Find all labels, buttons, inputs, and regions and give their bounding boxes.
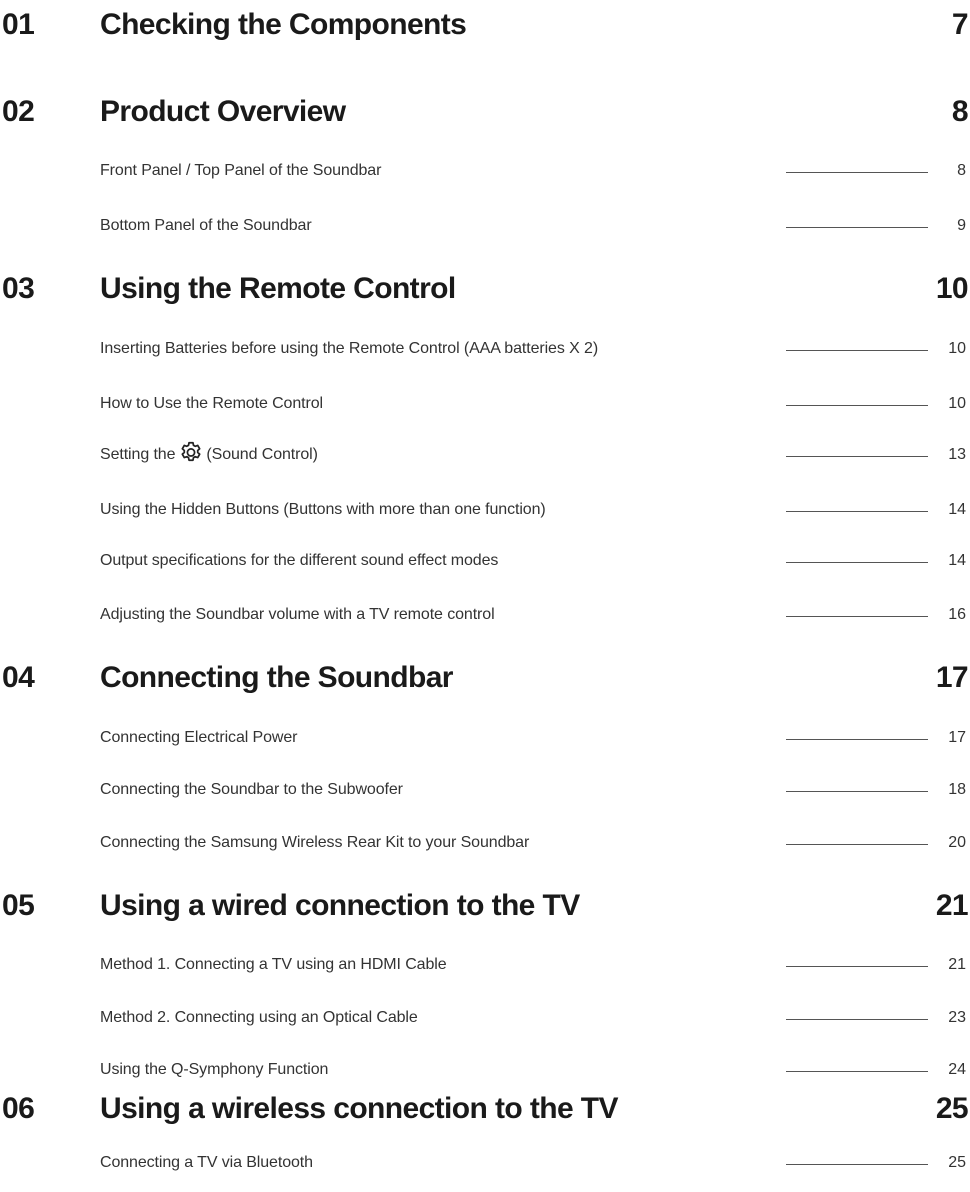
toc-entry[interactable]: Connecting the Soundbar to the Subwoofer… — [0, 775, 970, 805]
chapter-number: 05 — [2, 889, 35, 922]
chapter-title: Using the Remote Control — [100, 272, 456, 305]
chapter-page-number: 25 — [935, 1092, 969, 1125]
chapter-title: Using a wireless connection to the TV — [100, 1092, 619, 1125]
chapter-heading[interactable]: 04 Connecting the Soundbar 17 — [0, 653, 970, 703]
toc-entry-page: 17 — [948, 729, 966, 746]
toc-entry[interactable]: Adjusting the Soundbar volume with a TV … — [0, 600, 970, 630]
toc-entry[interactable]: Using the Q-Symphony Function 24 — [0, 1055, 970, 1085]
leader-line — [786, 844, 928, 845]
leader-line — [786, 791, 928, 792]
chapter-heading[interactable]: 03 Using the Remote Control 10 — [0, 264, 970, 314]
chapter-title: Using a wired connection to the TV — [100, 889, 580, 922]
toc-entry-title: Using the Hidden Buttons (Buttons with m… — [100, 501, 546, 518]
toc-entry-page: 23 — [948, 1009, 966, 1026]
toc-entry[interactable]: Connecting Electrical Power 17 — [0, 723, 970, 753]
toc-entry[interactable]: Method 1. Connecting a TV using an HDMI … — [0, 950, 970, 980]
leader-line — [786, 739, 928, 740]
chapter-number: 04 — [2, 661, 35, 694]
chapter-number: 06 — [2, 1092, 35, 1125]
toc-entry-page: 20 — [948, 834, 966, 851]
leader-line — [786, 966, 928, 967]
toc-entry-page: 10 — [948, 340, 966, 357]
toc-entry[interactable]: Output specifications for the different … — [0, 546, 970, 576]
toc-entry-title-before: Setting the — [100, 446, 176, 463]
toc-entry-page: 16 — [948, 606, 966, 623]
chapter-page-number: 10 — [935, 272, 969, 305]
toc-entry-page: 25 — [948, 1154, 966, 1171]
chapter-page-number: 17 — [935, 661, 969, 694]
toc-entry-page: 14 — [948, 501, 966, 518]
toc-entry[interactable]: Bottom Panel of the Soundbar 9 — [0, 211, 970, 241]
toc-entry-page: 24 — [948, 1061, 966, 1078]
toc-entry[interactable]: Method 2. Connecting using an Optical Ca… — [0, 1003, 970, 1033]
chapter-heading[interactable]: 05 Using a wired connection to the TV 21 — [0, 881, 970, 931]
leader-line — [786, 1164, 928, 1165]
toc-entry[interactable]: Inserting Batteries before using the Rem… — [0, 334, 970, 364]
leader-line — [786, 350, 928, 351]
toc-entry-page: 13 — [948, 446, 966, 463]
toc-entry-title: Connecting a TV via Bluetooth — [100, 1154, 313, 1171]
toc-entry-page: 18 — [948, 781, 966, 798]
toc-entry-title: How to Use the Remote Control — [100, 395, 323, 412]
toc-entry[interactable]: Connecting a TV via Bluetooth 25 — [0, 1148, 970, 1178]
toc-entry-title: Method 2. Connecting using an Optical Ca… — [100, 1009, 418, 1026]
toc-entry-page: 14 — [948, 552, 966, 569]
leader-line — [786, 456, 928, 457]
toc-entry-page: 10 — [948, 395, 966, 412]
toc-entry[interactable]: Using the Hidden Buttons (Buttons with m… — [0, 495, 970, 525]
leader-line — [786, 405, 928, 406]
leader-line — [786, 616, 928, 617]
leader-line — [786, 227, 928, 228]
toc-entry-title: Using the Q-Symphony Function — [100, 1061, 329, 1078]
chapter-title: Product Overview — [100, 95, 346, 128]
toc-entry[interactable]: How to Use the Remote Control 10 — [0, 389, 970, 419]
toc-entry-title: Adjusting the Soundbar volume with a TV … — [100, 606, 495, 623]
chapter-page-number: 8 — [951, 95, 969, 128]
toc-entry-title: Inserting Batteries before using the Rem… — [100, 340, 599, 357]
leader-line — [786, 1071, 928, 1072]
toc-entry-title: Bottom Panel of the Soundbar — [100, 217, 312, 234]
toc-entry-title: Connecting the Samsung Wireless Rear Kit… — [100, 834, 530, 851]
chapter-title: Connecting the Soundbar — [100, 661, 453, 694]
chapter-heading[interactable]: 01 Checking the Components 7 — [0, 0, 970, 50]
toc-entry[interactable]: Connecting the Samsung Wireless Rear Kit… — [0, 828, 970, 858]
leader-line — [786, 1019, 928, 1020]
chapter-heading[interactable]: 06 Using a wireless connection to the TV… — [0, 1084, 970, 1134]
toc-entry-title: Method 1. Connecting a TV using an HDMI … — [100, 956, 447, 973]
toc-entry[interactable]: Setting the (Sound Control) 13 — [0, 440, 970, 470]
toc-entry[interactable]: Front Panel / Top Panel of the Soundbar … — [0, 156, 970, 186]
toc-entry-title: Connecting Electrical Power — [100, 729, 298, 746]
toc-entry-title: Connecting the Soundbar to the Subwoofer — [100, 781, 403, 798]
chapter-number: 01 — [2, 8, 35, 41]
chapter-number: 03 — [2, 272, 35, 305]
leader-line — [786, 172, 928, 173]
chapter-heading[interactable]: 02 Product Overview 8 — [0, 87, 970, 137]
leader-line — [786, 511, 928, 512]
chapter-number: 02 — [2, 95, 35, 128]
toc-entry-title-after: (Sound Control) — [206, 446, 318, 463]
leader-line — [786, 562, 928, 563]
chapter-page-number: 7 — [951, 8, 969, 41]
toc-entry-page: 21 — [948, 956, 966, 973]
toc-entry-page: 8 — [957, 162, 966, 179]
gear-icon — [181, 441, 201, 462]
chapter-title: Checking the Components — [100, 8, 467, 41]
toc-entry-page: 9 — [957, 217, 966, 234]
toc-entry-title: Setting the (Sound Control) — [100, 440, 318, 470]
toc-entry-title: Output specifications for the different … — [100, 552, 499, 569]
chapter-page-number: 21 — [935, 889, 969, 922]
toc-entry-title: Front Panel / Top Panel of the Soundbar — [100, 162, 382, 179]
